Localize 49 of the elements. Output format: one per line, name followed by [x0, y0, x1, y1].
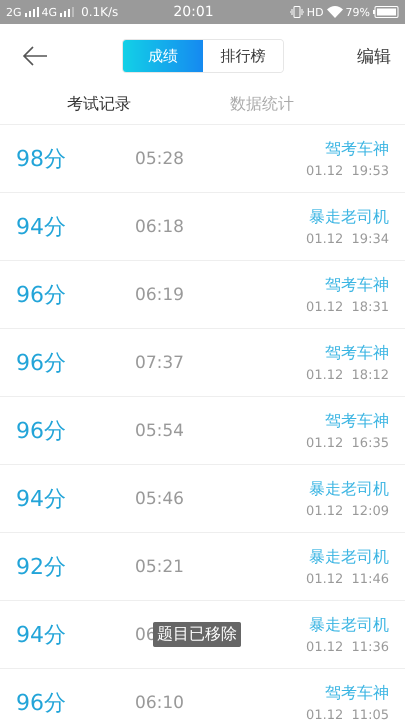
- wifi-icon: [326, 6, 343, 18]
- date-time: 01.12 12:09: [306, 504, 389, 518]
- duration: 06:18: [135, 216, 184, 236]
- edit-button[interactable]: 编辑: [357, 44, 391, 68]
- back-arrow-icon[interactable]: [22, 46, 48, 66]
- rank-title: 暴走老司机: [309, 478, 389, 500]
- date-time: 01.12 16:35: [306, 436, 389, 450]
- date-time: 01.12 18:12: [306, 368, 389, 382]
- duration: 07:37: [135, 352, 184, 372]
- score: 96分: [16, 690, 67, 718]
- duration: 05:46: [135, 488, 184, 508]
- rank-title: 驾考车神: [325, 682, 389, 704]
- duration: 05:21: [135, 556, 184, 576]
- rank-title: 暴走老司机: [309, 546, 389, 568]
- duration: 05:54: [135, 420, 184, 440]
- network-label: 4G: [42, 6, 58, 18]
- date-time: 01.12 19:34: [306, 232, 389, 246]
- network-label: 2G: [6, 6, 22, 18]
- date-time: 01.12 11:46: [306, 572, 389, 586]
- signal-icon: [60, 7, 74, 17]
- network-speed: 0.1K/s: [81, 5, 118, 19]
- toast: 题目已移除: [153, 622, 241, 647]
- duration: 06:19: [135, 284, 184, 304]
- rank-title: 驾考车神: [325, 342, 389, 364]
- date-time: 01.12 19:53: [306, 164, 389, 178]
- score: 96分: [16, 350, 67, 378]
- hd-label: HD: [306, 6, 324, 18]
- rank-title: 驾考车神: [325, 138, 389, 160]
- score: 96分: [16, 282, 67, 310]
- score: 96分: [16, 418, 67, 446]
- rank-title: 驾考车神: [325, 410, 389, 432]
- vibrate-icon: [290, 6, 304, 18]
- score: 98分: [16, 146, 67, 174]
- score: 94分: [16, 486, 67, 514]
- date-time: 01.12 18:31: [306, 300, 389, 314]
- score: 94分: [16, 214, 67, 242]
- rank-title: 暴走老司机: [309, 206, 389, 228]
- score: 92分: [16, 554, 67, 582]
- duration: 05:28: [135, 148, 184, 168]
- score: 94分: [16, 622, 67, 650]
- duration: 06:10: [135, 692, 184, 712]
- rank-title: 驾考车神: [325, 274, 389, 296]
- rank-title: 暴走老司机: [309, 614, 389, 636]
- battery-icon: [373, 6, 399, 18]
- battery-percent: 79%: [346, 6, 370, 18]
- signal-icon: [24, 7, 39, 17]
- date-time: 01.12 11:05: [306, 708, 389, 720]
- date-time: 01.12 11:36: [306, 640, 389, 654]
- clock: 20:01: [173, 4, 215, 20]
